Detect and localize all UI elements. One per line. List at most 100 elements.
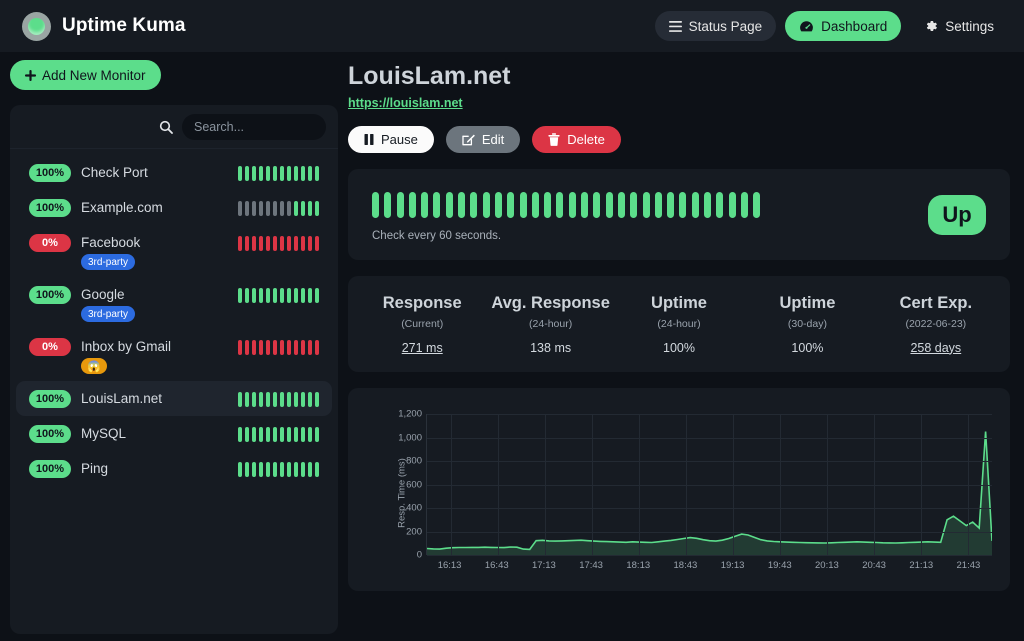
chart-x-tick-label: 19:13 [721,560,745,571]
heartbeat-tick [266,427,270,442]
heartbeat-tick[interactable] [753,192,760,218]
plus-icon [25,70,36,81]
heartbeat-tick[interactable] [655,192,662,218]
chart-x-tick-label: 17:43 [579,560,603,571]
heartbeat-tick[interactable] [741,192,748,218]
heartbeat-tick[interactable] [409,192,416,218]
monitor-heartbeat-bar [238,288,319,303]
stat-sublabel: (2022-06-23) [872,318,1000,330]
heartbeat-tick[interactable] [384,192,391,218]
heartbeat-tick[interactable] [667,192,674,218]
monitor-list-item[interactable]: 100%Ping [16,451,332,486]
heartbeat-tick[interactable] [446,192,453,218]
monitor-list-item[interactable]: 0%Facebook3rd-party [16,225,332,277]
heartbeat-tick [315,462,319,477]
heartbeat-tick[interactable] [397,192,404,218]
heartbeat-tick[interactable] [556,192,563,218]
heartbeat-tick[interactable] [372,192,379,218]
heartbeat-tick[interactable] [433,192,440,218]
pause-button[interactable]: Pause [348,126,434,153]
heartbeat-tick[interactable] [729,192,736,218]
monitor-list-item[interactable]: 100%Google3rd-party [16,277,332,329]
heartbeat-tick [245,288,249,303]
chart-gridline [427,438,992,439]
heartbeat-tick [238,427,242,442]
chart-x-ticks: 16:1316:4317:1317:4318:1318:4319:1319:43… [426,560,992,574]
monitor-list-item[interactable]: 100%Check Port [16,155,332,190]
heartbeat-tick [238,201,242,216]
heartbeat-tick[interactable] [630,192,637,218]
chart-gridline [427,555,992,556]
monitor-tag: 3rd-party [81,306,135,322]
chart-gridline-vertical [451,414,452,555]
search-icon[interactable] [159,120,173,134]
heartbeat-tick[interactable] [507,192,514,218]
delete-button[interactable]: Delete [532,126,621,153]
heartbeat-tick [259,236,263,251]
heartbeat-tick[interactable] [495,192,502,218]
heartbeat-tick[interactable] [520,192,527,218]
monitor-info: Facebook3rd-party [81,232,228,270]
nav-dashboard-button[interactable]: Dashboard [785,11,901,41]
heartbeat-tick[interactable] [716,192,723,218]
add-new-monitor-label: Add New Monitor [42,68,146,83]
monitor-uptime-badge: 100% [29,460,71,478]
nav-settings-button[interactable]: Settings [910,11,1008,41]
heartbeat-tick [245,236,249,251]
heartbeat-tick[interactable] [618,192,625,218]
heartbeat-tick [238,236,242,251]
heartbeat-tick[interactable] [704,192,711,218]
heartbeat-tick [287,340,291,355]
heartbeat-tick [259,288,263,303]
heartbeat-tick[interactable] [421,192,428,218]
stat-sublabel: (24-hour) [486,318,614,330]
heartbeat-tick[interactable] [569,192,576,218]
monitor-info: LouisLam.net [81,388,228,409]
stat-value[interactable]: 271 ms [358,341,486,355]
monitor-uptime-badge: 0% [29,338,71,356]
heartbeat-tick[interactable] [606,192,613,218]
heartbeat-tick [315,392,319,407]
heartbeat-tick[interactable] [692,192,699,218]
heartbeat-tick [252,392,256,407]
heartbeat-tick [259,462,263,477]
check-interval-text: Check every 60 seconds. [372,230,760,242]
heartbeat-bar[interactable] [372,192,760,218]
heartbeat-tick [238,288,242,303]
heartbeat-tick [301,340,305,355]
heartbeat-tick[interactable] [532,192,539,218]
nav-status-page-button[interactable]: Status Page [655,11,777,41]
heartbeat-tick[interactable] [593,192,600,218]
heartbeat-tick[interactable] [581,192,588,218]
monitor-url-link[interactable]: https://louislam.net [348,96,463,110]
heartbeat-tick [301,236,305,251]
heartbeat-tick[interactable] [470,192,477,218]
stat-item: Uptime(30-day)100% [743,294,871,355]
heartbeat-tick [273,462,277,477]
heartbeat-tick[interactable] [458,192,465,218]
status-badge: Up [928,195,986,235]
heartbeat-tick [252,462,256,477]
chart-x-tick-label: 18:13 [626,560,650,571]
monitor-name: MySQL [81,423,228,444]
heartbeat-tick [273,236,277,251]
heartbeat-tick [315,340,319,355]
monitor-heartbeat-bar [238,427,319,442]
heartbeat-tick[interactable] [643,192,650,218]
chart-x-tick-label: 16:13 [438,560,462,571]
search-input[interactable] [182,114,326,140]
heartbeat-tick[interactable] [483,192,490,218]
heartbeat-tick[interactable] [679,192,686,218]
edit-button[interactable]: Edit [446,126,520,153]
monitor-list-item[interactable]: 100%Example.com [16,190,332,225]
heartbeat-tick [273,201,277,216]
heartbeat-tick[interactable] [544,192,551,218]
monitor-list-item[interactable]: 100%MySQL [16,416,332,451]
add-new-monitor-button[interactable]: Add New Monitor [10,60,161,90]
monitor-list-item[interactable]: 0%Inbox by Gmail😱 [16,329,332,381]
heartbeat-tick [280,427,284,442]
monitor-uptime-badge: 100% [29,164,71,182]
stat-value[interactable]: 258 days [872,341,1000,355]
heartbeat-tick [294,340,298,355]
monitor-list-item[interactable]: 100%LouisLam.net [16,381,332,416]
